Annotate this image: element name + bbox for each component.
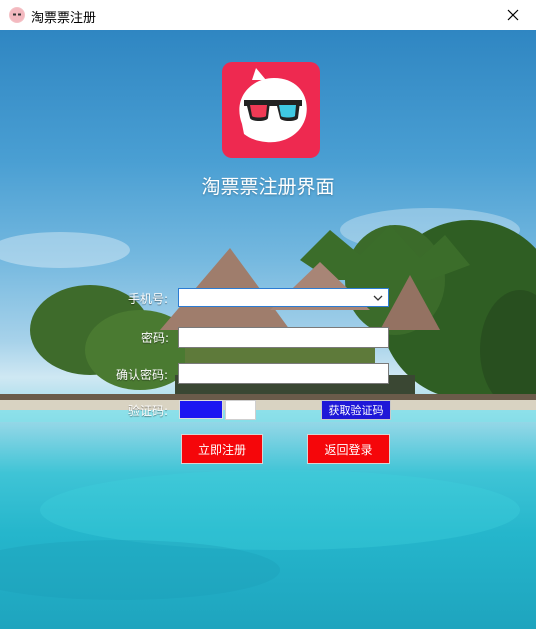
confirm-password-label: 确认密码:: [116, 368, 169, 382]
register-window: 淘票票注册 淘票票注册界面 手机号: 密码: 确认密码: 验证码: 获取验证码 …: [0, 0, 536, 629]
confirm-password-field[interactable]: [178, 363, 389, 384]
app-icon: [9, 7, 25, 23]
register-button[interactable]: 立即注册: [181, 434, 263, 464]
password-label: 密码:: [141, 331, 170, 345]
phone-label: 手机号:: [128, 292, 169, 306]
app-logo: [222, 62, 320, 158]
captcha-display: [179, 400, 223, 419]
chevron-down-icon[interactable]: [371, 290, 385, 305]
verification-code-field[interactable]: [225, 400, 256, 420]
phone-select[interactable]: [178, 288, 389, 307]
password-field[interactable]: [178, 327, 389, 348]
window-title: 淘票票注册: [31, 11, 97, 26]
title-bar: 淘票票注册: [0, 0, 536, 30]
get-code-button[interactable]: 获取验证码: [321, 400, 391, 420]
close-icon: [507, 9, 519, 21]
close-button[interactable]: [490, 0, 536, 30]
verification-code-label: 验证码:: [128, 404, 169, 418]
page-title: 淘票票注册界面: [201, 176, 335, 198]
back-to-login-button[interactable]: 返回登录: [307, 434, 390, 464]
